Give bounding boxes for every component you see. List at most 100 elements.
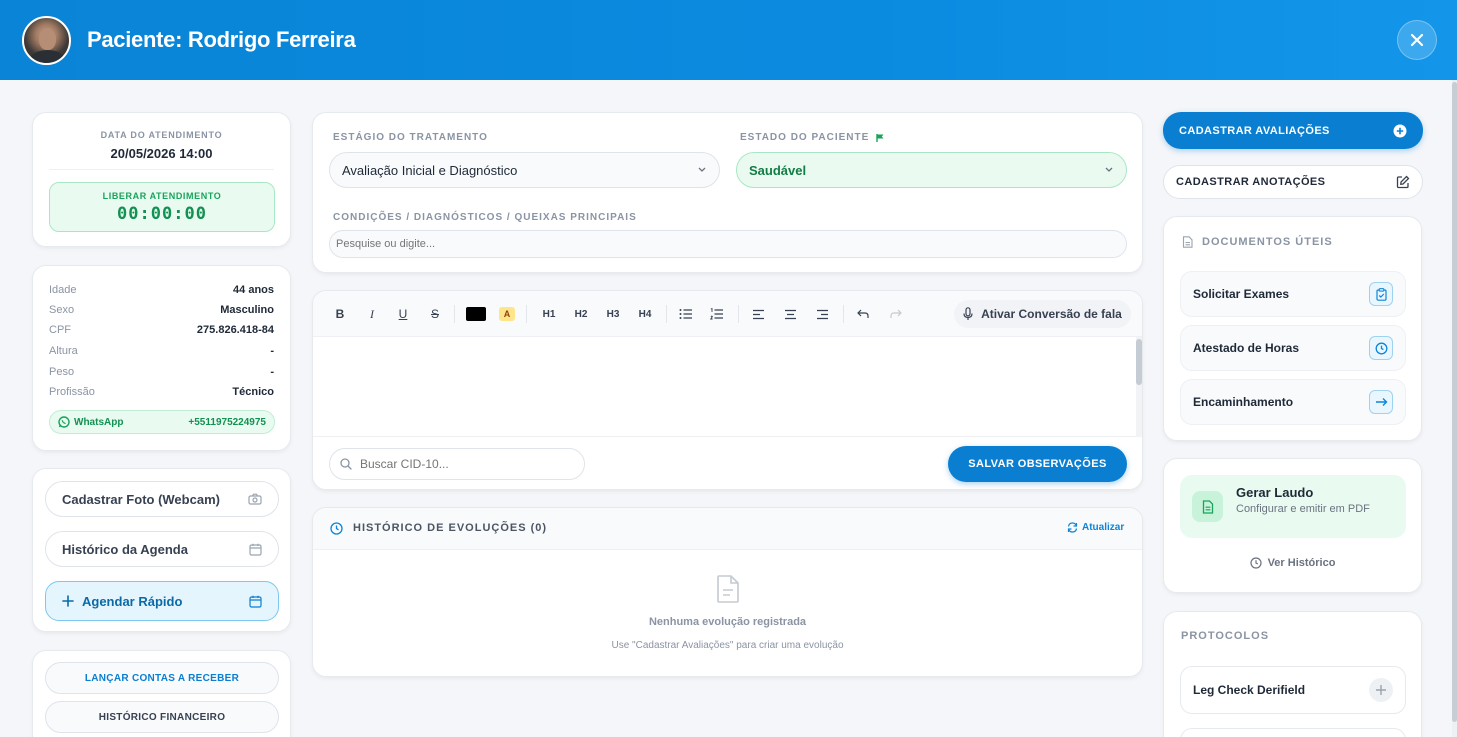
page-header: Paciente: Rodrigo Ferreira [0, 0, 1457, 80]
add-protocol-button[interactable] [1369, 678, 1393, 702]
microphone-icon [963, 307, 973, 320]
financial-history-button[interactable]: HISTÓRICO FINANCEIRO [45, 701, 279, 733]
undo-icon [857, 309, 869, 318]
align-center-icon [784, 309, 796, 319]
view-history-button[interactable]: Ver Histórico [1164, 557, 1421, 569]
plus-icon [1376, 685, 1386, 695]
patient-state-label-wrap: ESTADO DO PACIENTE [740, 132, 885, 143]
search-icon [340, 458, 352, 470]
align-right-button[interactable] [815, 305, 829, 323]
protocol-item-next[interactable] [1180, 728, 1406, 737]
register-evaluations-button[interactable]: CADASTRAR AVALIAÇÕES [1163, 112, 1423, 149]
documents-header: DOCUMENTOS ÚTEIS [1182, 236, 1333, 248]
schedule-history-label: Histórico da Agenda [62, 541, 188, 557]
documents-title: DOCUMENTOS ÚTEIS [1202, 236, 1333, 248]
bold-button[interactable]: B [333, 305, 347, 323]
referral-button[interactable]: Encaminhamento [1180, 379, 1406, 425]
protocols-title: PROTOCOLOS [1181, 630, 1270, 642]
receivables-button[interactable]: LANÇAR CONTAS A RECEBER [45, 662, 279, 694]
color-swatch [466, 307, 486, 321]
clipboard-icon [1375, 287, 1387, 301]
align-right-icon [816, 309, 828, 319]
register-notes-label: CADASTRAR ANOTAÇÕES [1176, 176, 1326, 188]
text-color-button[interactable] [466, 305, 486, 323]
h3-button[interactable]: H3 [603, 305, 623, 323]
info-row-height: Altura - [49, 345, 274, 357]
cid-search-input[interactable] [360, 457, 560, 471]
page-scrollbar[interactable] [1452, 80, 1457, 737]
close-button[interactable] [1397, 20, 1437, 60]
history-title: HISTÓRICO DE EVOLUÇÕES (0) [353, 522, 548, 534]
quick-schedule-label: Agendar Rápido [82, 593, 183, 609]
finance-card: LANÇAR CONTAS A RECEBER HISTÓRICO FINANC… [32, 650, 291, 737]
refresh-icon [1067, 522, 1078, 533]
undo-button[interactable] [856, 305, 870, 323]
hours-certificate-button[interactable]: Atestado de Horas [1180, 325, 1406, 371]
editor-scrollbar[interactable] [1136, 337, 1142, 437]
observations-editor[interactable] [313, 337, 1142, 437]
save-observations-button[interactable]: SALVAR OBSERVAÇÕES [948, 446, 1127, 482]
ordered-list-button[interactable] [709, 305, 725, 323]
appointment-card: DATA DO ATENDIMENTO 20/05/2026 14:00 LIB… [32, 112, 291, 247]
patient-state-select[interactable]: Saudável [736, 152, 1127, 188]
plus-icon [62, 595, 74, 607]
document-icon [717, 575, 739, 603]
camera-icon [248, 493, 262, 505]
register-evaluations-label: CADASTRAR AVALIAÇÕES [1179, 124, 1330, 137]
refresh-label: Atualizar [1082, 522, 1125, 533]
protocols-card: PROTOCOLOS Leg Check Derifield [1163, 611, 1422, 737]
arrow-right-icon [1375, 398, 1387, 406]
treatment-stage-select[interactable]: Avaliação Inicial e Diagnóstico [329, 152, 720, 188]
calendar-icon [249, 595, 262, 608]
speech-to-text-button[interactable]: Ativar Conversão de fala [954, 300, 1131, 328]
strikethrough-button[interactable]: S [428, 305, 442, 323]
register-notes-button[interactable]: CADASTRAR ANOTAÇÕES [1163, 165, 1423, 199]
redo-icon [890, 309, 902, 318]
h4-button[interactable]: H4 [635, 305, 655, 323]
chevron-down-icon [1105, 167, 1113, 172]
h2-button[interactable]: H2 [571, 305, 591, 323]
generate-report-subtitle: Configurar e emitir em PDF [1236, 503, 1370, 515]
italic-button[interactable]: I [365, 305, 379, 323]
clock-icon [330, 522, 343, 535]
stage-label: ESTÁGIO DO TRATAMENTO [333, 132, 488, 143]
chevron-down-icon [698, 167, 706, 172]
generate-report-title: Gerar Laudo [1236, 485, 1314, 500]
hours-certificate-label: Atestado de Horas [1193, 341, 1300, 355]
h1-button[interactable]: H1 [539, 305, 559, 323]
plus-circle-icon [1393, 124, 1407, 137]
appointment-date-value: 20/05/2026 14:00 [110, 146, 213, 161]
history-header: HISTÓRICO DE EVOLUÇÕES (0) Atualizar [313, 508, 1142, 550]
empty-history-subtitle: Use "Cadastrar Avaliações" para criar um… [611, 640, 844, 651]
underline-button[interactable]: U [396, 305, 410, 323]
ordered-list-icon [710, 308, 723, 320]
cid-search[interactable] [329, 448, 585, 480]
whatsapp-label: WhatsApp [74, 416, 124, 428]
timer: 00:00:00 [117, 204, 207, 224]
whatsapp-number: +5511975224975 [188, 416, 266, 428]
schedule-history-button[interactable]: Histórico da Agenda [45, 531, 279, 567]
treatment-card: ESTÁGIO DO TRATAMENTO Avaliação Inicial … [312, 112, 1143, 273]
file-icon [1182, 236, 1193, 248]
conditions-label: CONDIÇÕES / DIAGNÓSTICOS / QUEIXAS PRINC… [333, 212, 637, 223]
quick-schedule-button[interactable]: Agendar Rápido [45, 581, 279, 621]
documents-card: DOCUMENTOS ÚTEIS Solicitar Exames Atesta… [1163, 216, 1422, 441]
generate-report-button[interactable]: Gerar Laudo Configurar e emitir em PDF [1180, 475, 1406, 538]
request-exams-button[interactable]: Solicitar Exames [1180, 271, 1406, 317]
align-center-button[interactable] [783, 305, 797, 323]
redo-button[interactable] [889, 305, 903, 323]
refresh-button[interactable]: Atualizar [1067, 522, 1124, 533]
conditions-input[interactable] [329, 230, 1127, 258]
whatsapp-link[interactable]: WhatsApp +5511975224975 [49, 410, 275, 434]
bullet-list-button[interactable] [678, 305, 694, 323]
highlight-button[interactable]: A [499, 305, 515, 323]
history-card: HISTÓRICO DE EVOLUÇÕES (0) Atualizar Nen… [312, 507, 1143, 677]
protocol-label: Leg Check Derifield [1193, 683, 1306, 697]
register-photo-button[interactable]: Cadastrar Foto (Webcam) [45, 481, 279, 517]
editor-card: B I U S A H1 H2 H3 H4 Ativar Conversão d… [312, 290, 1143, 490]
referral-label: Encaminhamento [1193, 395, 1294, 409]
align-left-button[interactable] [751, 305, 765, 323]
appointment-date-label: DATA DO ATENDIMENTO [100, 130, 223, 140]
protocol-item[interactable]: Leg Check Derifield [1180, 666, 1406, 714]
release-appointment-button[interactable]: LIBERAR ATENDIMENTO 00:00:00 [49, 182, 275, 232]
